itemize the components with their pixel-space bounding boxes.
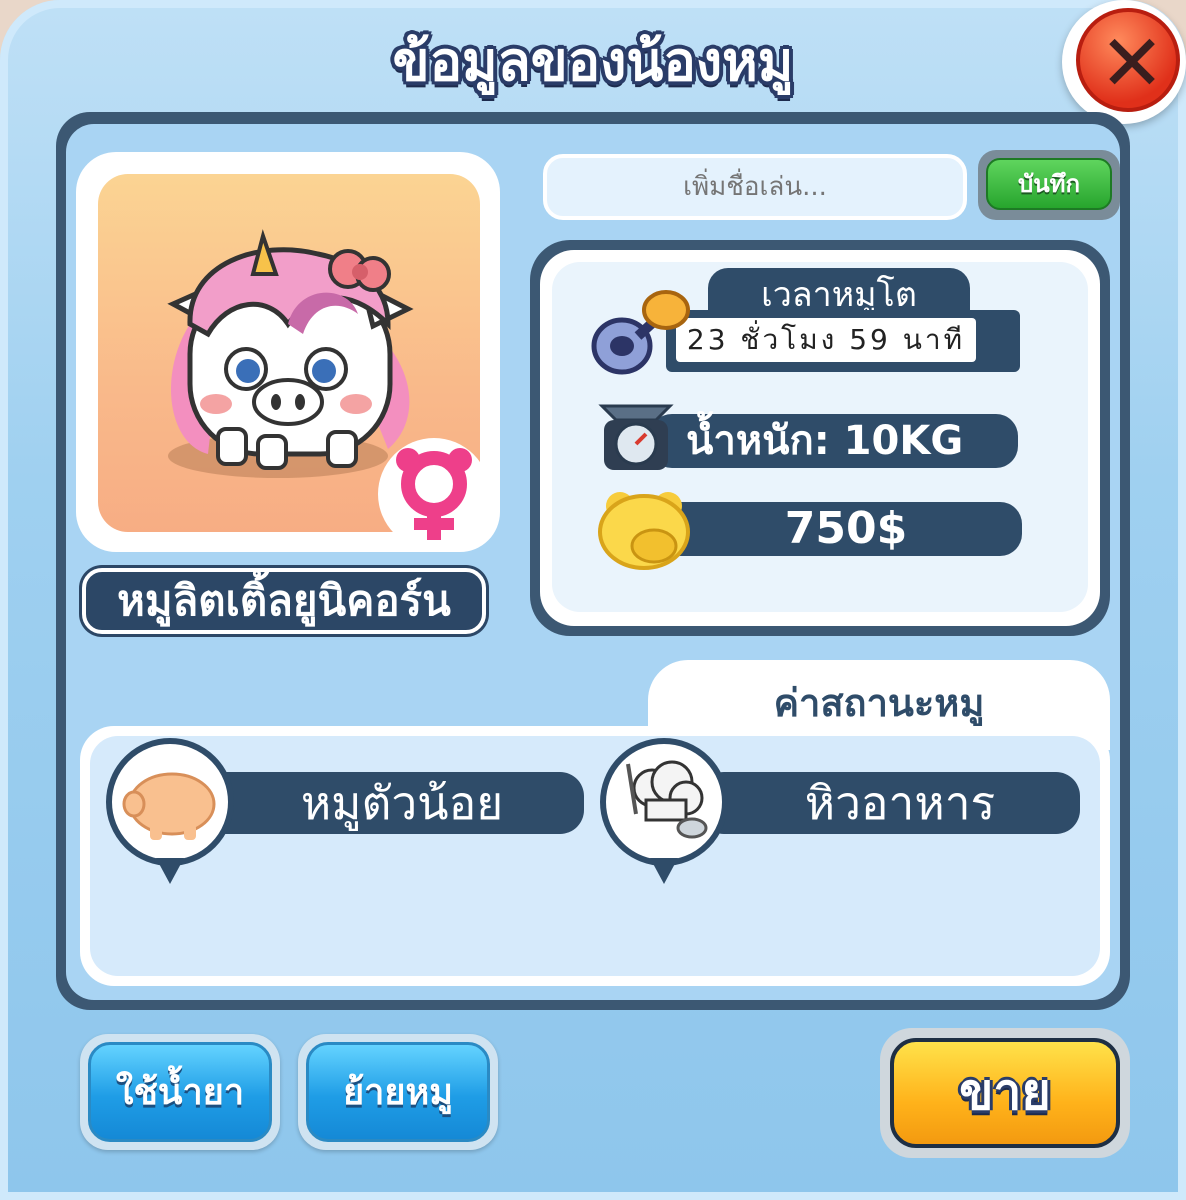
dialog-title: ข้อมูลของน้องหมู: [392, 30, 794, 93]
chef-hat-icon: [626, 760, 708, 839]
move-pig-label: ย้ายหมู: [306, 1042, 490, 1142]
close-button[interactable]: ✕: [1062, 0, 1186, 124]
bubble-tail: [650, 858, 678, 884]
move-pig-button[interactable]: ย้ายหมู: [298, 1034, 498, 1150]
bubble-tail: [156, 858, 184, 884]
price-value: 750$: [650, 502, 1022, 556]
status-tab-label: ค่าสถานะหมู: [773, 681, 985, 725]
pacifier-icon: [588, 286, 696, 382]
save-nickname-button[interactable]: บันทึก: [978, 150, 1120, 220]
nickname-input[interactable]: [543, 154, 967, 220]
use-potion-button[interactable]: ใช้น้ำยา: [80, 1034, 280, 1150]
close-icon: ✕: [1076, 8, 1180, 112]
piglet-icon: [122, 772, 216, 840]
sell-label: ขาย: [890, 1038, 1120, 1148]
trait-hungry: หิวอาหาร: [700, 772, 1080, 834]
weight-value: น้ำหนัก: 10KG: [650, 414, 1018, 468]
grow-time-value: 23 ชั่วโมง 59 นาที: [676, 318, 976, 362]
gender-badge: [378, 438, 490, 550]
grow-time-box: 23 ชั่วโมง 59 นาที: [666, 310, 1020, 372]
scale-icon: [594, 396, 678, 476]
female-icon: [396, 448, 472, 540]
coin-icon: [594, 484, 694, 574]
trait-bubble: [106, 738, 234, 866]
trait-bubble: [600, 738, 728, 866]
sell-button[interactable]: ขาย: [880, 1028, 1130, 1158]
pig-name: หมูลิตเติ้ลยูนิคอร์น: [82, 568, 486, 634]
trait-small-pig: หมูตัวน้อย: [200, 772, 584, 834]
use-potion-label: ใช้น้ำยา: [88, 1042, 272, 1142]
